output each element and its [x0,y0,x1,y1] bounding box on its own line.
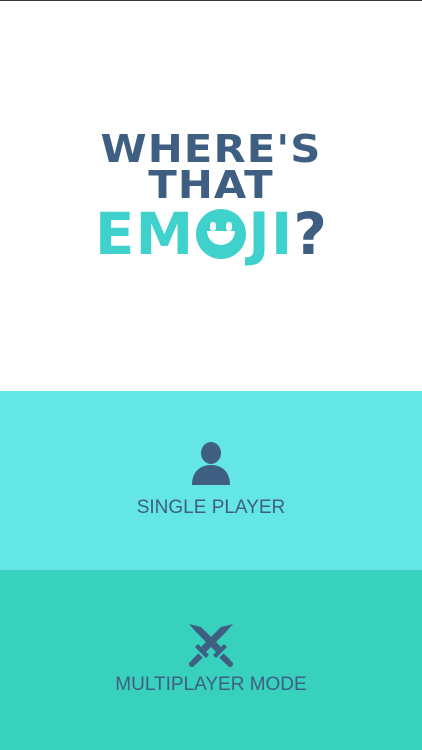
logo-question-mark: ? [293,200,328,268]
logo-line-that: THAT [148,163,274,207]
logo-ji-text: JI [248,200,294,268]
logo-line-emoji: EM JI ? [0,205,422,263]
person-icon [192,442,230,485]
logo-line-wheres: WHERE'S [100,127,322,171]
multiplayer-mode-label: MULTIPLAYER MODE [115,674,307,695]
single-player-label: SINGLE PLAYER [136,497,286,518]
single-player-button[interactable]: SINGLE PLAYER [0,391,422,570]
multiplayer-mode-button[interactable]: MULTIPLAYER MODE [0,570,422,750]
game-logo: WHERE'S THAT EM JI ? [0,127,422,263]
crossed-swords-icon [189,624,233,667]
smiley-face-icon [196,209,247,259]
logo-area: WHERE'S THAT EM JI ? [0,1,422,391]
logo-em-text: EM [94,200,195,268]
